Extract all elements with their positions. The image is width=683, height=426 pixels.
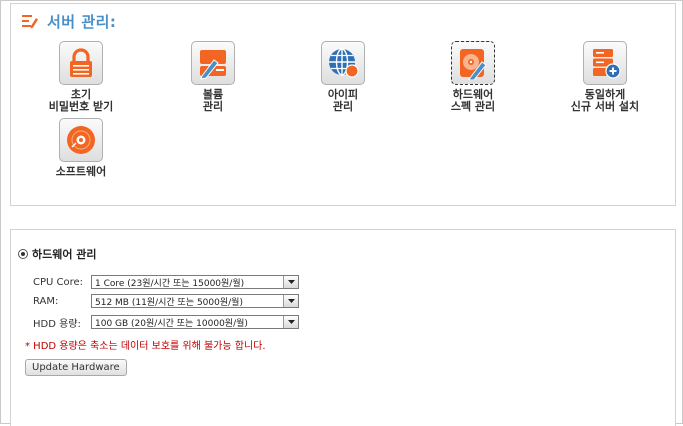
- ram-label: RAM:: [33, 295, 59, 307]
- ram-select-value: 512 MB (11원/시간 또는 5000원/월): [95, 297, 243, 308]
- volume-icon: [191, 41, 235, 85]
- chevron-down-icon[interactable]: [283, 316, 298, 328]
- tile-label: 하드웨어 스펙 관리: [450, 88, 496, 113]
- hdd-icon: [451, 41, 495, 85]
- update-hardware-button[interactable]: Update Hardware: [25, 359, 127, 376]
- ram-select[interactable]: 512 MB (11원/시간 또는 5000원/월): [91, 294, 299, 308]
- cpu-row: CPU Core: 1 Core (23원/시간 또는 15000원/월): [33, 274, 299, 290]
- tile-software[interactable]: 소프트웨어: [21, 118, 141, 178]
- chevron-down-icon[interactable]: [283, 295, 298, 307]
- hardware-radio[interactable]: [18, 249, 28, 259]
- hdd-row: HDD 용량: 100 GB (20원/시간 또는 10000원/월): [33, 314, 299, 330]
- tile-label: 아이피 관리: [327, 88, 359, 113]
- tile-label: 동일하게 신규 서버 설치: [570, 88, 640, 113]
- cpu-select[interactable]: 1 Core (23원/시간 또는 15000원/월): [91, 275, 299, 289]
- panel-title: 서버 관리:: [21, 11, 116, 31]
- tile-ip[interactable]: 아이피 관리: [283, 41, 403, 113]
- globe-icon: [321, 41, 365, 85]
- tile-label: 소프트웨어: [55, 165, 107, 178]
- hdd-select[interactable]: 100 GB (20원/시간 또는 10000원/월): [91, 315, 299, 329]
- server-management-panel: 서버 관리: 초기 비밀번호 받기 볼륨 관리 아이피 관리 하드웨어 스펙 관…: [10, 3, 676, 206]
- tile-label: 볼륨 관리: [202, 88, 224, 113]
- hardware-management-panel: 하드웨어 관리 CPU Core: 1 Core (23원/시간 또는 1500…: [10, 229, 676, 426]
- tile-volume[interactable]: 볼륨 관리: [153, 41, 273, 113]
- page-container: 서버 관리: 초기 비밀번호 받기 볼륨 관리 아이피 관리 하드웨어 스펙 관…: [0, 0, 683, 426]
- tile-clone-server[interactable]: 동일하게 신규 서버 설치: [545, 41, 665, 113]
- ram-row: RAM: 512 MB (11원/시간 또는 5000원/월): [33, 293, 299, 309]
- lock-icon: [59, 41, 103, 85]
- section-title: 하드웨어 관리: [32, 248, 97, 261]
- section-header: 하드웨어 관리: [18, 246, 97, 262]
- chevron-down-icon[interactable]: [283, 276, 298, 288]
- panel-title-text: 서버 관리:: [47, 12, 117, 31]
- hdd-notice: * HDD 용량은 축소는 데이터 보호를 위해 불가능 합니다.: [25, 341, 266, 352]
- edit-list-icon: [22, 15, 38, 29]
- cpu-label: CPU Core:: [33, 276, 84, 288]
- cpu-select-value: 1 Core (23원/시간 또는 15000원/월): [95, 278, 245, 289]
- hdd-select-value: 100 GB (20원/시간 또는 10000원/월): [95, 318, 248, 329]
- server-add-icon: [583, 41, 627, 85]
- disc-icon: [59, 118, 103, 162]
- tile-hardware-spec[interactable]: 하드웨어 스펙 관리: [413, 41, 533, 113]
- tile-label: 초기 비밀번호 받기: [48, 88, 114, 113]
- tile-initial-password[interactable]: 초기 비밀번호 받기: [21, 41, 141, 113]
- hdd-label: HDD 용량:: [33, 318, 81, 330]
